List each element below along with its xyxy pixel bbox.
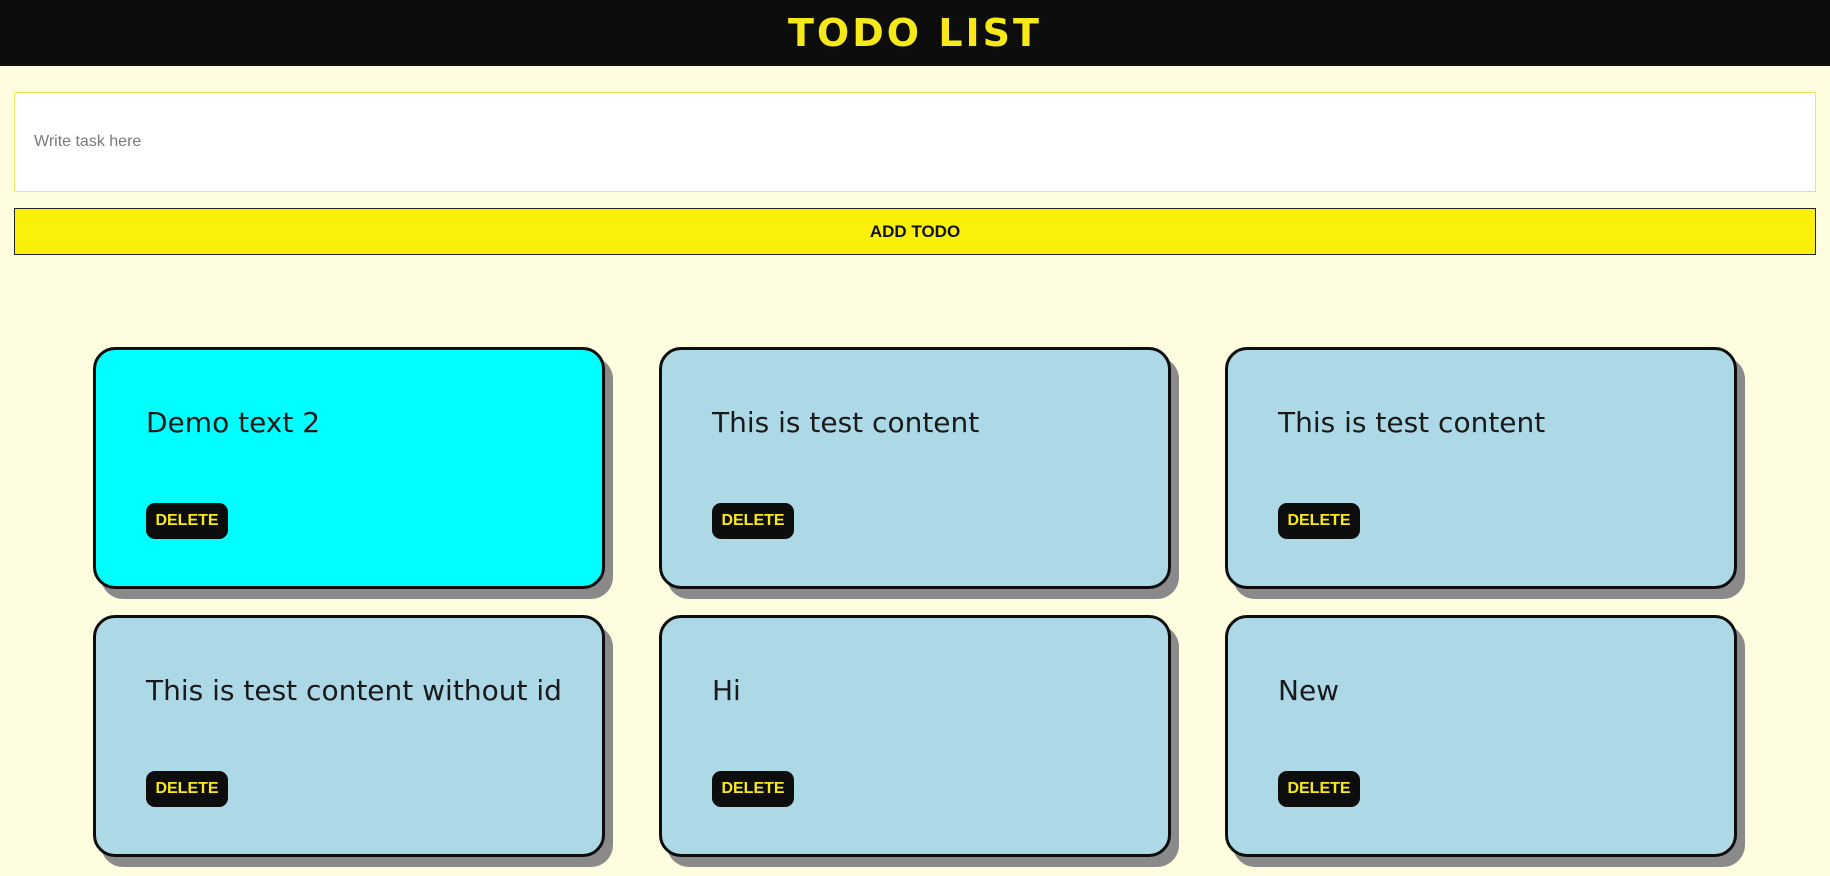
todo-text: Hi [712,674,741,707]
todo-text: This is test content [1278,406,1546,439]
delete-button[interactable]: DELETE [1278,503,1360,539]
todo-card[interactable]: Hi DELETE [659,615,1171,857]
todo-text: Demo text 2 [146,406,321,439]
delete-button[interactable]: DELETE [146,503,228,539]
todo-card[interactable]: This is test content DELETE [1225,347,1737,589]
todo-text: This is test content [712,406,980,439]
todo-grid: Demo text 2 DELETE This is test content … [93,347,1737,857]
page-title: TODO LIST [788,11,1042,55]
delete-button[interactable]: DELETE [712,771,794,807]
todo-card[interactable]: Demo text 2 DELETE [93,347,605,589]
delete-button[interactable]: DELETE [1278,771,1360,807]
add-todo-button[interactable]: ADD TODO [14,208,1816,255]
todo-card[interactable]: This is test content DELETE [659,347,1171,589]
todo-text: This is test content without id [146,674,562,707]
delete-button[interactable]: DELETE [712,503,794,539]
todo-card[interactable]: This is test content without id DELETE [93,615,605,857]
task-input[interactable] [14,92,1816,192]
app-header: TODO LIST [0,0,1830,66]
todo-card[interactable]: New DELETE [1225,615,1737,857]
todo-text: New [1278,674,1340,707]
delete-button[interactable]: DELETE [146,771,228,807]
